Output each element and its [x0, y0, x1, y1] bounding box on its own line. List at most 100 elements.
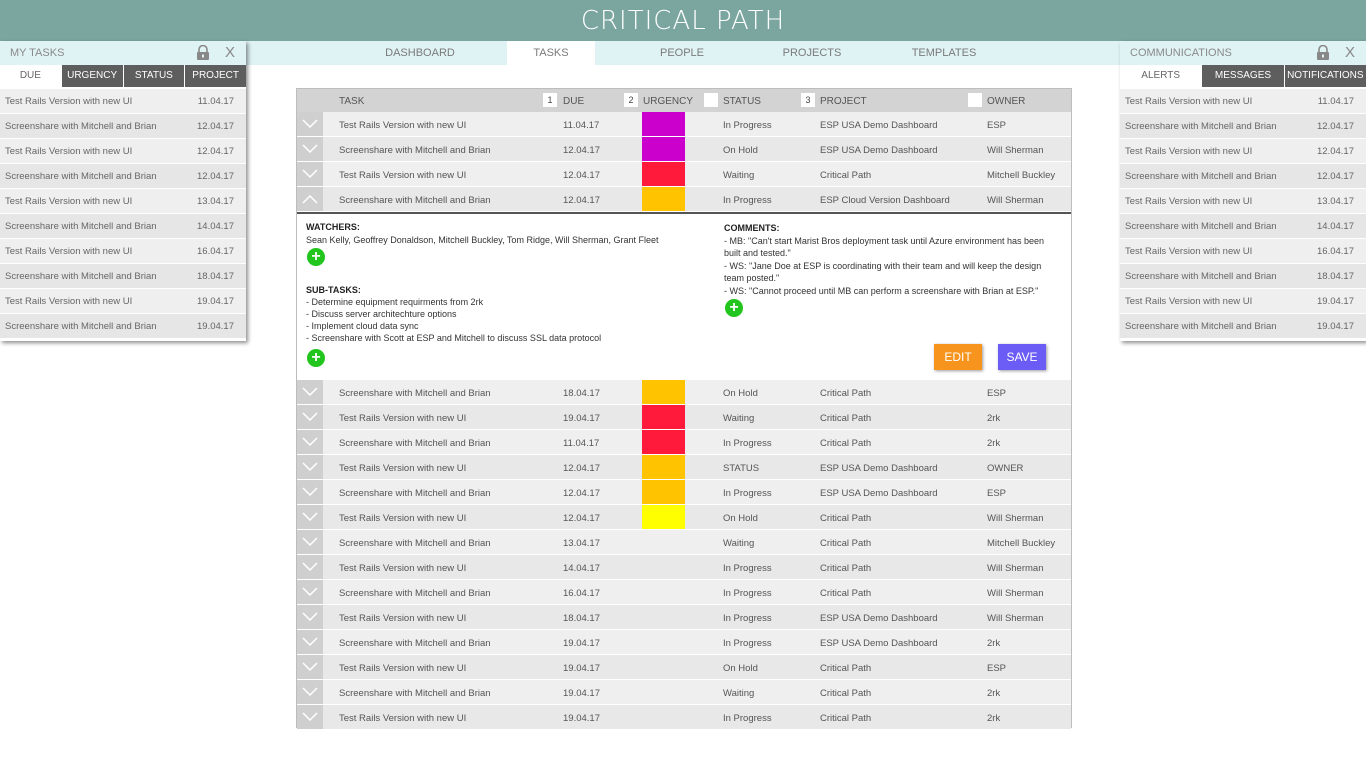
table-row[interactable]: Test Rails Version with new UI 14.04.17 In… — [297, 555, 1071, 580]
table-row[interactable]: Test Rails Version with new UI 19.04.17 Wa… — [297, 405, 1071, 430]
sort-order-due[interactable]: 1 — [543, 93, 557, 107]
list-item[interactable]: Screenshare with Mitchell and Brian 12.04… — [1120, 164, 1366, 189]
cell-project: ESP USA Demo Dashboard — [820, 488, 938, 499]
list-item[interactable]: Test Rails Version with new UI 11.04.17 — [0, 89, 246, 114]
table-row[interactable]: Screenshare with Mitchell and Brian 12.04… — [297, 137, 1071, 162]
table-row[interactable]: Test Rails Version with new UI 12.04.17 Wa… — [297, 162, 1071, 187]
chevron-down-icon[interactable] — [297, 655, 323, 679]
add-subtask-plus-icon[interactable]: + — [307, 349, 325, 367]
cell-status: In Progress — [723, 195, 772, 206]
list-item[interactable]: Screenshare with Mitchell and Brian 19.04… — [1120, 314, 1366, 339]
list-item[interactable]: Screenshare with Mitchell and Brian 12.04… — [0, 164, 246, 189]
chevron-down-icon[interactable] — [297, 530, 323, 554]
table-row[interactable]: Test Rails Version with new UI 12.04.17 On… — [297, 505, 1071, 530]
table-row[interactable]: Screenshare with Mitchell and Brian 11.04… — [297, 430, 1071, 455]
table-row[interactable]: Test Rails Version with new UI 12.04.17 ST… — [297, 455, 1071, 480]
tab-alerts[interactable]: ALERTS — [1120, 65, 1202, 87]
sort-order-owner[interactable] — [968, 93, 982, 107]
sort-order-project[interactable]: 3 — [801, 93, 815, 107]
sort-order-urgency[interactable]: 2 — [624, 93, 638, 107]
chevron-down-icon[interactable] — [297, 680, 323, 704]
tab-notifications[interactable]: NOTIFICATIONS — [1283, 65, 1366, 87]
column-header-owner[interactable]: OWNER — [987, 96, 1025, 107]
list-item[interactable]: Screenshare with Mitchell and Brian 18.04… — [0, 264, 246, 289]
chevron-down-icon[interactable] — [297, 112, 323, 136]
tab-due[interactable]: DUE — [0, 65, 61, 87]
list-item[interactable]: Test Rails Version with new UI 19.04.17 — [0, 289, 246, 314]
chevron-up-icon[interactable] — [297, 187, 323, 211]
list-item[interactable]: Screenshare with Mitchell and Brian 14.04… — [1120, 214, 1366, 239]
column-header-status[interactable]: STATUS — [723, 96, 761, 107]
close-icon[interactable]: X — [225, 44, 235, 61]
tab-project[interactable]: PROJECT — [184, 65, 246, 87]
chevron-down-icon[interactable] — [297, 580, 323, 604]
cell-project: Critical Path — [820, 413, 872, 424]
chevron-down-icon[interactable] — [297, 162, 323, 186]
table-row[interactable]: Test Rails Version with new UI 19.04.17 In… — [297, 705, 1071, 730]
tab-projects[interactable]: PROJECTS — [760, 41, 864, 65]
list-item-date: 18.04.17 — [1317, 270, 1354, 282]
table-row[interactable]: Test Rails Version with new UI 18.04.17 In… — [297, 605, 1071, 630]
lock-icon[interactable] — [196, 44, 210, 61]
tab-dashboard[interactable]: DASHBOARD — [355, 41, 485, 65]
list-item[interactable]: Test Rails Version with new UI 11.04.17 — [1120, 89, 1366, 114]
tab-status[interactable]: STATUS — [122, 65, 185, 87]
tab-tasks[interactable]: TASKS — [507, 41, 595, 65]
column-header-due[interactable]: DUE — [563, 96, 584, 107]
chevron-down-icon[interactable] — [297, 630, 323, 654]
column-header-project[interactable]: PROJECT — [820, 96, 867, 107]
column-header-task[interactable]: TASK — [339, 96, 364, 107]
list-item[interactable]: Test Rails Version with new UI 12.04.17 — [1120, 139, 1366, 164]
add-watcher-plus-icon[interactable]: + — [307, 248, 325, 266]
urgency-indicator — [642, 605, 685, 629]
chevron-down-icon[interactable] — [297, 137, 323, 161]
tab-messages[interactable]: MESSAGES — [1201, 65, 1284, 87]
table-row[interactable]: Screenshare with Mitchell and Brian 16.04… — [297, 580, 1071, 605]
table-row[interactable]: Screenshare with Mitchell and Brian 12.04… — [297, 480, 1071, 505]
communications-title: COMMUNICATIONS — [1130, 47, 1232, 59]
list-item-task: Screenshare with Mitchell and Brian — [1125, 320, 1277, 332]
list-item[interactable]: Screenshare with Mitchell and Brian 12.04… — [0, 114, 246, 139]
table-row[interactable]: Screenshare with Mitchell and Brian 18.04… — [297, 380, 1071, 405]
chevron-down-icon[interactable] — [297, 705, 323, 729]
list-item[interactable]: Screenshare with Mitchell and Brian 18.04… — [1120, 264, 1366, 289]
tab-people[interactable]: PEOPLE — [630, 41, 734, 65]
cell-task: Screenshare with Mitchell and Brian — [339, 195, 491, 206]
list-item[interactable]: Screenshare with Mitchell and Brian 12.04… — [1120, 114, 1366, 139]
close-icon[interactable]: X — [1345, 44, 1355, 61]
add-comment-plus-icon[interactable]: + — [725, 299, 743, 317]
tab-urgency[interactable]: URGENCY — [60, 65, 123, 87]
table-row[interactable]: Screenshare with Mitchell and Brian 12.04… — [297, 187, 1071, 212]
chevron-down-icon[interactable] — [297, 405, 323, 429]
cell-status: On Hold — [723, 145, 758, 156]
table-row[interactable]: Test Rails Version with new UI 11.04.17 In… — [297, 112, 1071, 137]
list-item[interactable]: Test Rails Version with new UI 12.04.17 — [0, 139, 246, 164]
sort-order-status[interactable] — [704, 93, 718, 107]
save-button[interactable]: SAVE — [998, 344, 1046, 370]
chevron-down-icon[interactable] — [297, 605, 323, 629]
edit-button[interactable]: EDIT — [934, 344, 982, 370]
chevron-down-icon[interactable] — [297, 455, 323, 479]
table-row[interactable]: Screenshare with Mitchell and Brian 19.04… — [297, 680, 1071, 705]
chevron-down-icon[interactable] — [297, 505, 323, 529]
cell-due: 13.04.17 — [563, 538, 600, 549]
cell-due: 12.04.17 — [563, 488, 600, 499]
chevron-down-icon[interactable] — [297, 480, 323, 504]
tab-templates[interactable]: TEMPLATES — [890, 41, 998, 65]
list-item[interactable]: Test Rails Version with new UI 16.04.17 — [1120, 239, 1366, 264]
chevron-down-icon[interactable] — [297, 380, 323, 404]
chevron-down-icon[interactable] — [297, 430, 323, 454]
list-item[interactable]: Test Rails Version with new UI 13.04.17 — [0, 189, 246, 214]
list-item[interactable]: Test Rails Version with new UI 19.04.17 — [1120, 289, 1366, 314]
table-row[interactable]: Screenshare with Mitchell and Brian 13.04… — [297, 530, 1071, 555]
list-item[interactable]: Screenshare with Mitchell and Brian 19.04… — [0, 314, 246, 339]
table-row[interactable]: Test Rails Version with new UI 19.04.17 On… — [297, 655, 1071, 680]
column-header-urgency[interactable]: URGENCY — [643, 96, 693, 107]
chevron-down-icon[interactable] — [297, 555, 323, 579]
list-item[interactable]: Test Rails Version with new UI 16.04.17 — [0, 239, 246, 264]
urgency-indicator — [642, 705, 685, 729]
lock-icon[interactable] — [1316, 44, 1330, 61]
table-row[interactable]: Screenshare with Mitchell and Brian 19.04… — [297, 630, 1071, 655]
list-item[interactable]: Screenshare with Mitchell and Brian 14.04… — [0, 214, 246, 239]
list-item[interactable]: Test Rails Version with new UI 13.04.17 — [1120, 189, 1366, 214]
